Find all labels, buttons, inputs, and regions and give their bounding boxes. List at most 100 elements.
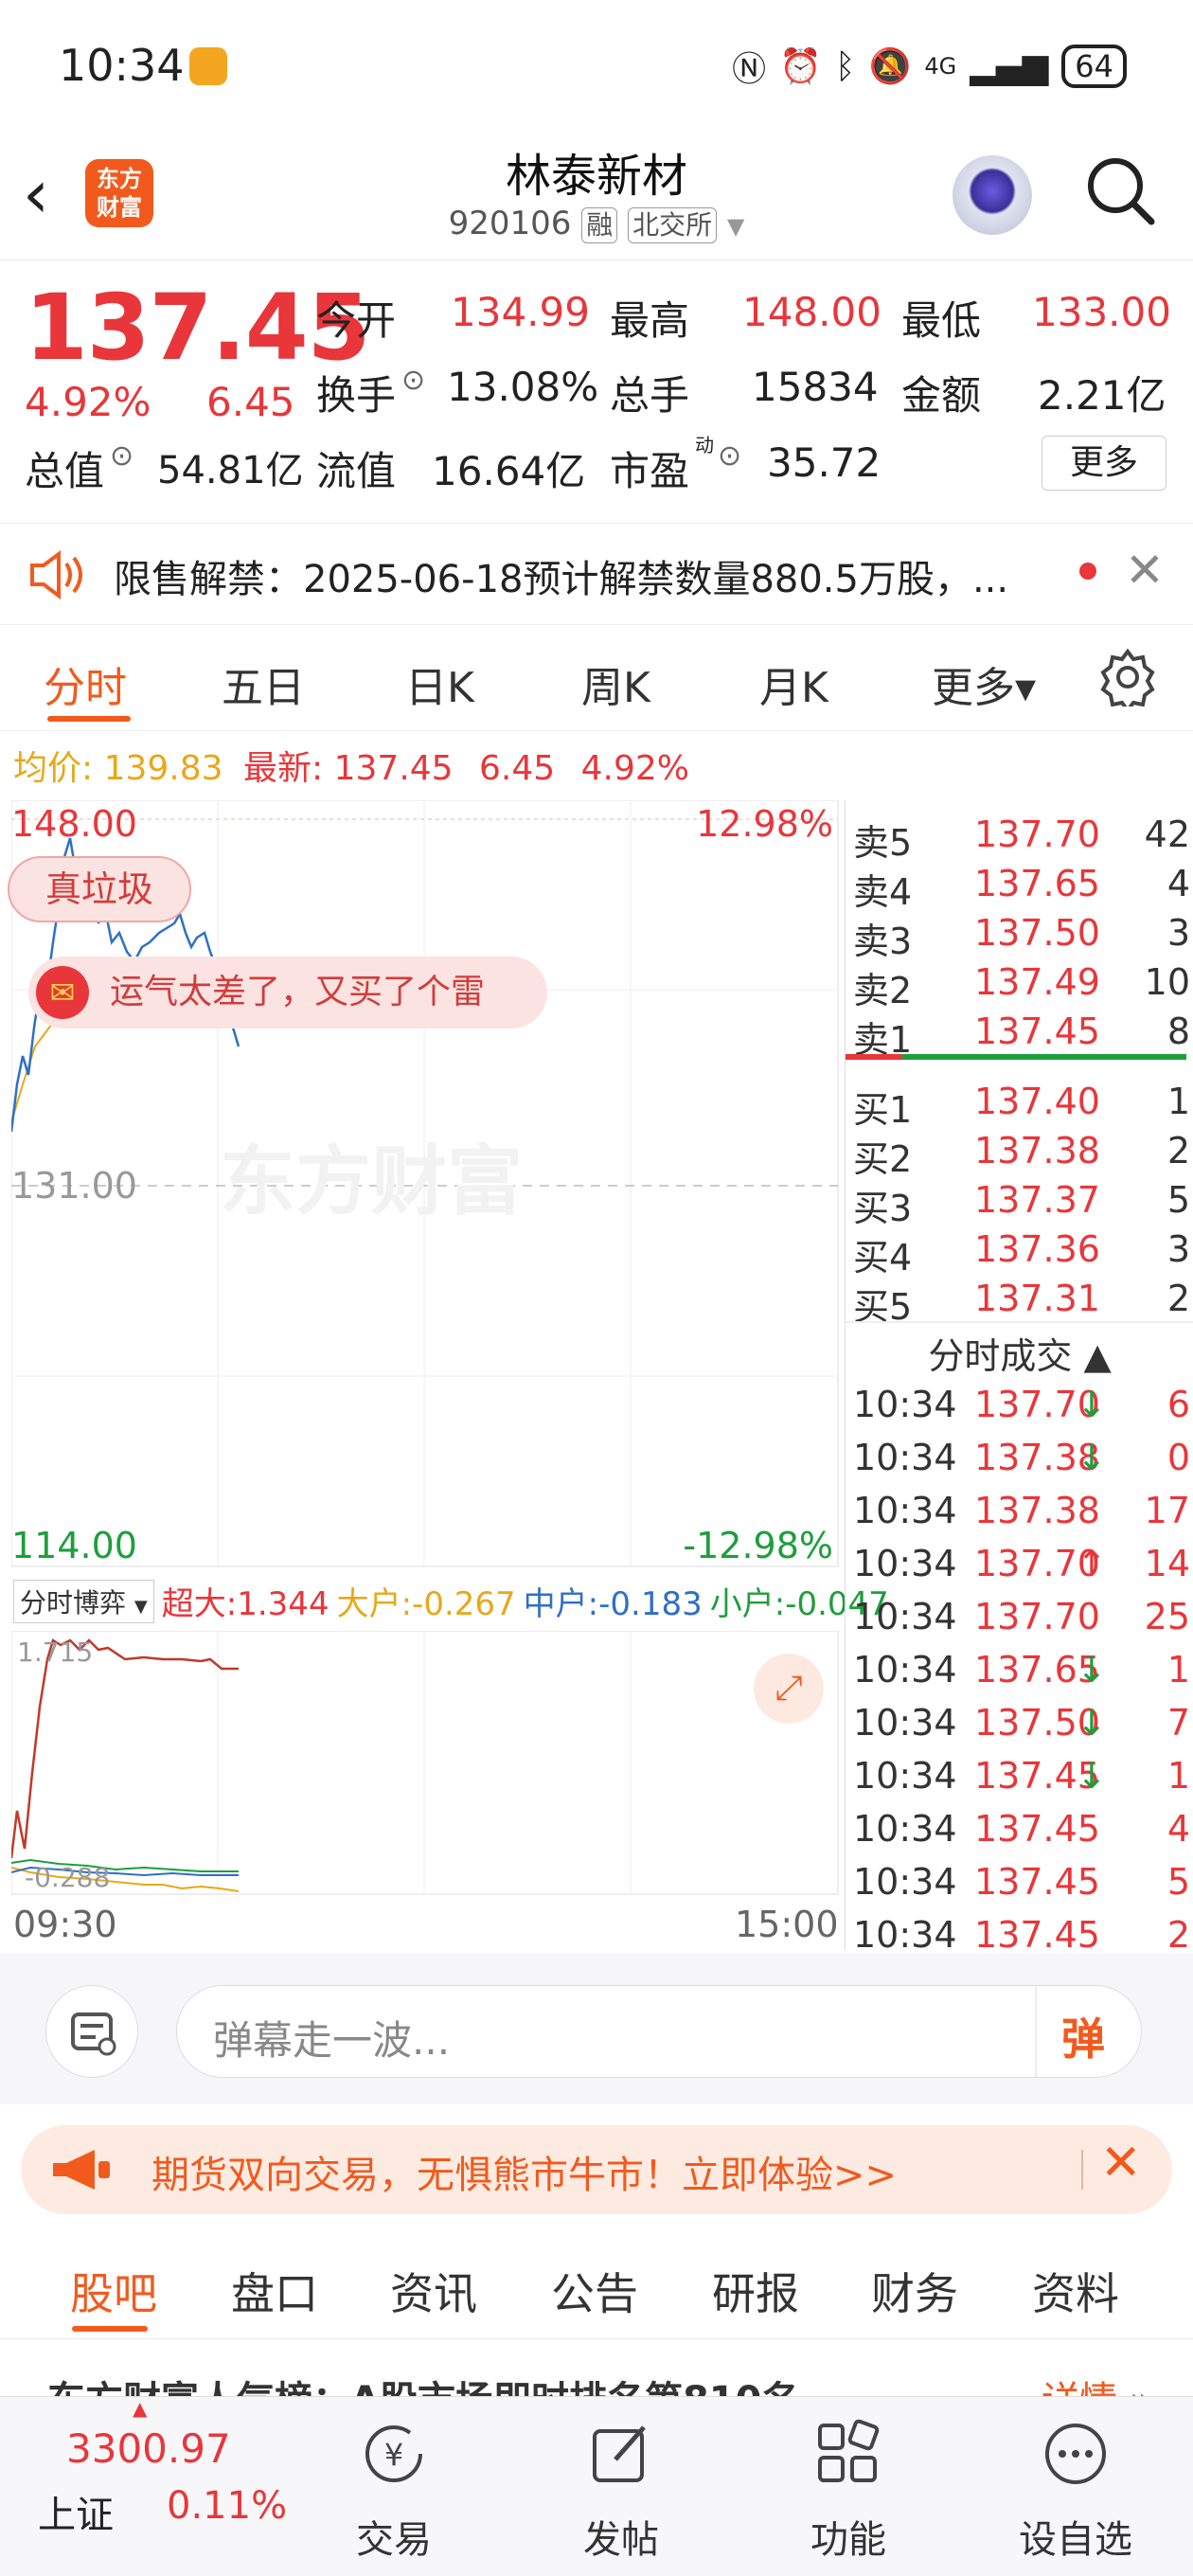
trade-volume: 1 xyxy=(1166,1755,1190,1797)
nav-post[interactable]: 发帖 xyxy=(545,2509,697,2564)
pe-label: 市盈 xyxy=(610,448,690,494)
danmu-input[interactable]: 弹幕走一波... 弹 xyxy=(176,1985,1142,2078)
apps-icon[interactable] xyxy=(810,2416,886,2492)
ask-row: 卖2 137.49 10 xyxy=(853,961,1190,1011)
popularity-ticker[interactable]: 东方财富人气榜：A股市场即时排名第810名 详情 » xyxy=(47,2358,1184,2396)
tab-profile[interactable]: 资料 xyxy=(1032,2260,1119,2322)
trade-row: 10:34 137.65 ↓ 1 xyxy=(853,1649,1190,1700)
nav-functions[interactable]: 功能 xyxy=(773,2509,924,2564)
tab-announcement[interactable]: 公告 xyxy=(551,2260,638,2322)
exchange-tag: 北交所 xyxy=(628,207,718,243)
trade-row: 10:34 137.70 ↑ 14 xyxy=(853,1543,1190,1594)
index-value[interactable]: 3300.97 xyxy=(66,2425,231,2472)
speaker-icon xyxy=(30,550,82,599)
trade-time: 10:34 xyxy=(853,1384,957,1425)
expand-icon[interactable]: ⤢ xyxy=(754,1654,824,1724)
bid-row: 买2 137.38 2 xyxy=(853,1130,1190,1180)
promo-banner[interactable]: 期货双向交易，无惧熊市牛市！立即体验>> ✕ xyxy=(21,2125,1172,2214)
danmu-bubble[interactable]: ✉ 运气太差了，又买了个雷 xyxy=(28,957,547,1029)
tab-5day[interactable]: 五日 xyxy=(222,653,305,714)
close-icon[interactable]: ✕ xyxy=(1125,543,1165,598)
trade-icon[interactable]: ¥ xyxy=(356,2416,432,2492)
mute-icon: 🔕 xyxy=(868,47,912,86)
ask-volume: 10 xyxy=(1144,961,1190,1003)
search-icon[interactable] xyxy=(1085,155,1157,227)
ask-volume: 3 xyxy=(1166,912,1190,954)
alarm-icon: ⏰ xyxy=(779,47,822,86)
unlock-notice[interactable]: 限售解禁：2025-06-18预计解禁数量880.5万股，... ✕ xyxy=(0,523,1193,625)
ai-robot-icon[interactable] xyxy=(953,155,1032,235)
flow-large-value: -0.267 xyxy=(412,1585,516,1623)
trade-volume: 7 xyxy=(1166,1702,1190,1744)
flow-selector[interactable]: 分时博弈 ▼ xyxy=(13,1579,154,1623)
tab-research[interactable]: 研报 xyxy=(712,2260,799,2322)
float-label: 流值 xyxy=(316,448,397,494)
tab-orderbook[interactable]: 盘口 xyxy=(231,2260,318,2322)
ask-price: 137.50 xyxy=(974,912,1100,954)
fund-flow-legend: 分时博弈 ▼ 超大:1.344 大户:-0.267 中户:-0.183 小户:-… xyxy=(13,1578,889,1624)
chart-top-pct: 12.98% xyxy=(696,803,833,845)
index-name[interactable]: 上证 xyxy=(38,2484,114,2539)
trade-time: 10:34 xyxy=(853,1755,957,1797)
flow-max-label: 1.715 xyxy=(17,1637,93,1668)
flow-mid-value: -0.183 xyxy=(598,1585,703,1623)
nav-add-watchlist[interactable]: 设自选 xyxy=(1000,2509,1151,2564)
index-pct[interactable]: 0.11% xyxy=(167,2484,287,2528)
tab-finance[interactable]: 财务 xyxy=(871,2260,958,2322)
ticker-text: 东方财富人气榜：A股市场即时排名第810名 xyxy=(47,2370,799,2396)
trades-title[interactable]: 分时成交 ▲ xyxy=(846,1327,1193,1379)
trade-price: 137.70 xyxy=(974,1596,1100,1637)
time-start: 09:30 xyxy=(13,1904,117,1945)
ticker-more-link[interactable]: 详情 » xyxy=(1042,2370,1152,2396)
trade-direction-icon: ↓ xyxy=(1077,1384,1107,1425)
post-icon[interactable] xyxy=(583,2416,659,2492)
trade-row: 10:34 137.45 4 xyxy=(853,1808,1190,1859)
info-icon[interactable]: ⊙ xyxy=(110,439,134,473)
avg-value: 139.83 xyxy=(103,749,223,788)
tab-dayk[interactable]: 日K xyxy=(405,653,474,714)
trade-time: 10:34 xyxy=(853,1437,957,1478)
flow-small-label: 小户: xyxy=(709,1585,786,1623)
danmu-bubble[interactable]: 真垃圾 xyxy=(8,856,191,922)
tab-weekk[interactable]: 周K xyxy=(581,653,650,714)
trade-row: 10:34 137.38 ↓ 0 xyxy=(853,1437,1190,1488)
tab-news[interactable]: 资讯 xyxy=(390,2260,477,2322)
more-dots-icon[interactable] xyxy=(1038,2416,1113,2492)
trade-row: 10:34 137.45 ↓ 1 xyxy=(853,1755,1190,1806)
trade-row: 10:34 137.70 ↓ 6 xyxy=(853,1384,1190,1435)
trade-direction-icon: ↓ xyxy=(1077,1649,1107,1690)
tab-more[interactable]: 更多▾ xyxy=(932,653,1036,714)
signal-icon: ▂▄▆ xyxy=(970,46,1049,86)
high-value: 148.00 xyxy=(742,289,881,335)
tab-forum[interactable]: 股吧 xyxy=(70,2260,157,2322)
close-icon[interactable]: ✕ xyxy=(1100,2135,1142,2191)
trade-volume: 1 xyxy=(1166,1649,1190,1690)
fund-flow-chart[interactable]: 1.715 -0.288 xyxy=(11,1631,839,1896)
nav-trade[interactable]: 交易 xyxy=(318,2509,470,2564)
open-value: 134.99 xyxy=(451,289,590,335)
notice-text: 限售解禁：2025-06-18预计解禁数量880.5万股，... xyxy=(114,548,1008,603)
promo-text: 期货双向交易，无惧熊市牛市！立即体验>> xyxy=(151,2154,898,2197)
change-pct: 4.92% xyxy=(25,379,151,425)
ask-row: 卖3 137.50 3 xyxy=(853,912,1190,962)
info-icon[interactable]: ⊙ xyxy=(401,364,425,397)
trade-price: 137.38 xyxy=(974,1490,1100,1531)
info-icon[interactable]: ⊙ xyxy=(718,439,741,473)
svg-text:¥: ¥ xyxy=(384,2437,403,2473)
order-book: 卖5 137.70 42 卖4 137.65 4 卖3 137.50 3 卖2 137.49 10 卖1… xyxy=(845,800,1193,1956)
ask-price: 137.45 xyxy=(974,1011,1100,1052)
more-button[interactable]: 更多 xyxy=(1042,436,1166,491)
settings-gear-icon[interactable] xyxy=(1098,648,1157,707)
bid-price: 137.38 xyxy=(974,1130,1100,1172)
trade-price: 137.45 xyxy=(974,1861,1100,1903)
tab-monthk[interactable]: 月K xyxy=(759,653,828,714)
flow-mid: 中户:-0.183 xyxy=(524,1578,703,1624)
triangle-up-icon: ▲ xyxy=(133,2397,148,2420)
bid-level: 买2 xyxy=(853,1138,913,1180)
chart-mid-price: 131.00 xyxy=(11,1165,137,1207)
danmu-settings-icon[interactable] xyxy=(45,1985,138,2078)
tab-minute[interactable]: 分时 xyxy=(44,653,127,714)
pe-value: 35.72 xyxy=(767,439,881,486)
danmu-placeholder: 弹幕走一波... xyxy=(213,2017,451,2064)
danmu-send-button[interactable]: 弹 xyxy=(1061,2005,1105,2067)
